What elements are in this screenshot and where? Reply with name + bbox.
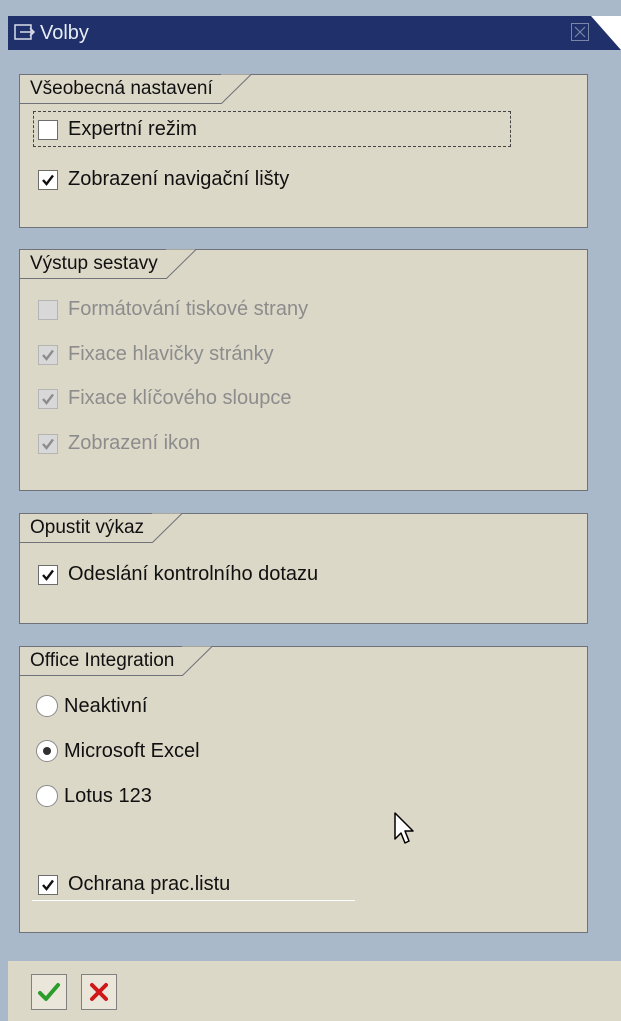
radio-button[interactable] [36, 740, 58, 762]
group-title: Výstup sestavy [19, 249, 196, 279]
group-office-integration: Office Integration Neaktivní Microsoft E… [19, 646, 588, 933]
options-dialog: Volby Všeobecná nastavení Expertní režim… [0, 0, 621, 1021]
checkbox-label: Ochrana prac.listu [68, 873, 231, 895]
checkbox-label: Zobrazení navigační lišty [68, 168, 290, 190]
radio-button[interactable] [36, 695, 58, 717]
title-bar: Volby [8, 16, 621, 50]
group-general-settings: Všeobecná nastavení Expertní režim Zobra… [19, 74, 588, 228]
group-exit-report: Opustit výkaz Odeslání kontrolního dotaz… [19, 513, 588, 624]
checkbox-box[interactable] [38, 300, 58, 320]
checkbox-label: Odeslání kontrolního dotazu [68, 563, 319, 585]
confirm-button[interactable] [31, 974, 67, 1010]
cancel-button[interactable] [81, 974, 117, 1010]
checkbox-label: Fixace klíčového sloupce [68, 387, 292, 409]
group-title: Všeobecná nastavení [19, 74, 251, 104]
radio-label: Lotus 123 [64, 785, 152, 807]
checkbox-label: Fixace hlavičky stránky [68, 343, 274, 365]
checkbox-box[interactable] [38, 345, 58, 365]
checkbox-label: Expertní režim [68, 118, 197, 140]
cancel-x-icon [90, 983, 108, 1001]
radio-label: Microsoft Excel [64, 740, 200, 762]
checkbox-box[interactable] [38, 170, 58, 190]
radio-label: Neaktivní [64, 695, 148, 717]
checkbox-box[interactable] [38, 389, 58, 409]
button-bar [8, 961, 621, 1021]
group-title: Opustit výkaz [19, 513, 183, 543]
mouse-pointer-icon [394, 812, 416, 851]
group-report-output: Výstup sestavy Formátování tiskové stran… [19, 249, 588, 491]
title-bar-corner [591, 16, 621, 50]
dialog-icon [14, 23, 36, 41]
checkmark-icon [38, 983, 60, 1001]
radio-button[interactable] [36, 785, 58, 807]
checkbox-box[interactable] [38, 120, 58, 140]
checkbox-box[interactable] [38, 434, 58, 454]
group-title: Office Integration [19, 646, 213, 676]
checkbox-box[interactable] [38, 875, 58, 895]
checkbox-label: Formátování tiskové strany [68, 298, 309, 320]
separator-line [32, 900, 355, 901]
checkbox-box[interactable] [38, 565, 58, 585]
dialog-title: Volby [40, 22, 89, 44]
close-icon[interactable] [571, 23, 589, 41]
checkbox-label: Zobrazení ikon [68, 432, 201, 454]
